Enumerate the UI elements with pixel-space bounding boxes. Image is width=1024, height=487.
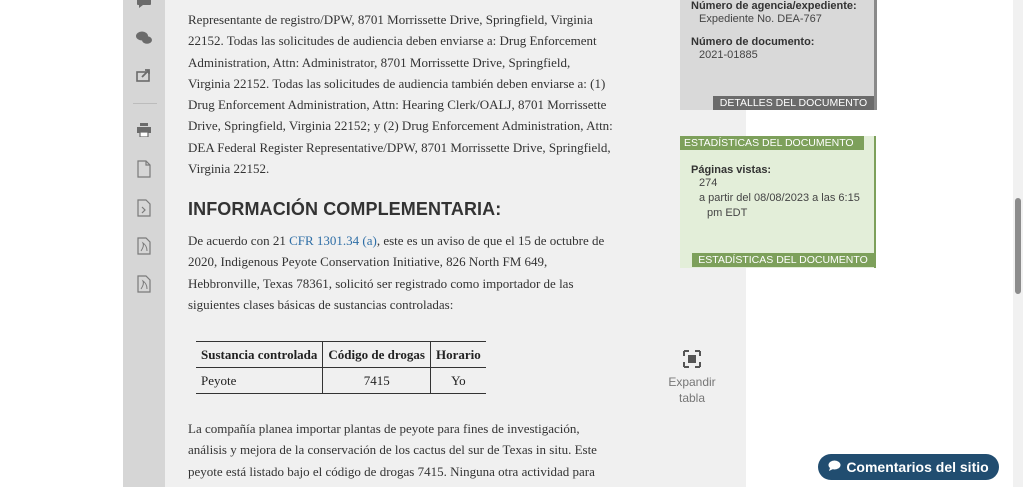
text-line: De acuerdo con 21 CFR 1301.34 (a), este … bbox=[188, 233, 605, 248]
text-line: DEA Federal Register Representative/DPW,… bbox=[188, 139, 611, 155]
expand-table-button[interactable]: Expandir tabla bbox=[660, 350, 724, 406]
document-details-panel: Número de agencia/expediente: Expediente… bbox=[680, 0, 877, 110]
text-line: 22152. Todas las solicitudes de audienci… bbox=[188, 33, 597, 49]
text-line: siguientes clases básicas de sustancias … bbox=[188, 296, 454, 312]
document-content: Representante de registro/DPW, 8701 Morr… bbox=[165, 0, 746, 487]
page-views-as-of: pm EDT bbox=[707, 207, 748, 219]
site-feedback-label: Comentarios del sitio bbox=[846, 459, 989, 475]
page-views-value: 274 bbox=[699, 177, 718, 189]
table-header: Sustancia controlada bbox=[196, 341, 323, 368]
table-row: Peyote 7415 Yo bbox=[196, 367, 486, 394]
text-line: 2020, Indigenous Peyote Conservation Ini… bbox=[188, 254, 548, 270]
page-scrollbar[interactable] bbox=[1013, 0, 1023, 487]
paragraph-supplementary: De acuerdo con 21 CFR 1301.34 (a), este … bbox=[188, 230, 638, 315]
document-number-value: 2021-01885 bbox=[699, 49, 758, 61]
table-header-row: Sustancia controlada Código de drogas Ho… bbox=[196, 341, 486, 368]
comment-icon bbox=[828, 459, 841, 475]
document-statistics-header: ESTADÍSTICAS DEL DOCUMENTO bbox=[680, 136, 864, 150]
document-details-band[interactable]: DETALLES DEL DOCUMENTO bbox=[713, 96, 874, 110]
substance-table: Sustancia controlada Código de drogas Ho… bbox=[196, 341, 486, 394]
left-margin bbox=[0, 0, 123, 487]
comments-icon[interactable] bbox=[134, 28, 154, 48]
section-heading: INFORMACIÓN COMPLEMENTARIA: bbox=[188, 199, 502, 219]
text-line: Virginia 22152. bbox=[188, 161, 270, 177]
text-line: Virginia 22152. Todas las solicitudes de… bbox=[188, 75, 606, 91]
scrollbar-thumb[interactable] bbox=[1015, 198, 1021, 294]
agency-docket-value: Expediente No. DEA-767 bbox=[699, 13, 822, 25]
tool-rail bbox=[123, 0, 165, 487]
agency-docket-label: Número de agencia/expediente: bbox=[691, 0, 857, 12]
text-line: Representante de registro/DPW, 8701 Morr… bbox=[188, 12, 593, 27]
paragraph-purpose: La compañía planea importar plantas de p… bbox=[188, 418, 638, 482]
expand-label: tabla bbox=[678, 391, 706, 405]
table-header: Horario bbox=[429, 341, 486, 368]
text-line: Administration, Attn: Administrator, 870… bbox=[188, 54, 571, 70]
text-line: análisis y mejora de la conservación de … bbox=[188, 442, 597, 458]
document-statistics-panel: Páginas vistas: 274 a partir del 08/08/2… bbox=[680, 136, 876, 268]
table-cell: 7415 bbox=[322, 367, 431, 394]
expand-icon bbox=[682, 350, 702, 370]
text-line: La compañía planea importar plantas de p… bbox=[188, 421, 580, 436]
share-icon[interactable] bbox=[134, 65, 154, 85]
table-cell: Yo bbox=[429, 367, 486, 394]
text-line: Drive, Springfield, Virginia 22152; y (2… bbox=[188, 118, 613, 134]
pdf-icon[interactable] bbox=[134, 236, 154, 256]
paragraph-hearing-requests: Representante de registro/DPW, 8701 Morr… bbox=[188, 9, 638, 179]
document-number-label: Número de documento: bbox=[691, 36, 815, 48]
pdf-alt-icon[interactable] bbox=[134, 274, 154, 294]
text-line: Drug Enforcement Administration, Attn: H… bbox=[188, 97, 607, 113]
expand-label: Expandir bbox=[668, 375, 716, 389]
page-views-label: Páginas vistas: bbox=[691, 164, 772, 176]
document-statistics-band[interactable]: ESTADÍSTICAS DEL DOCUMENTO bbox=[692, 253, 874, 267]
document-icon[interactable] bbox=[134, 159, 154, 179]
text-line: Hebbronville, Texas 78361, solicitó ser … bbox=[188, 275, 574, 291]
table-header: Código de drogas bbox=[322, 341, 431, 368]
print-icon[interactable] bbox=[134, 120, 154, 140]
page-views-as-of: a partir del 08/08/2023 a las 6:15 bbox=[699, 192, 860, 204]
xml-icon[interactable] bbox=[134, 198, 154, 218]
rail-divider bbox=[133, 103, 157, 104]
site-feedback-button[interactable]: Comentarios del sitio bbox=[818, 454, 999, 480]
table-cell: Peyote bbox=[196, 367, 323, 394]
cfr-link[interactable]: CFR 1301.34 (a) bbox=[289, 233, 377, 248]
text-line: peyote está listado bajo el código de dr… bbox=[188, 463, 595, 479]
comment-icon[interactable] bbox=[134, 0, 154, 12]
